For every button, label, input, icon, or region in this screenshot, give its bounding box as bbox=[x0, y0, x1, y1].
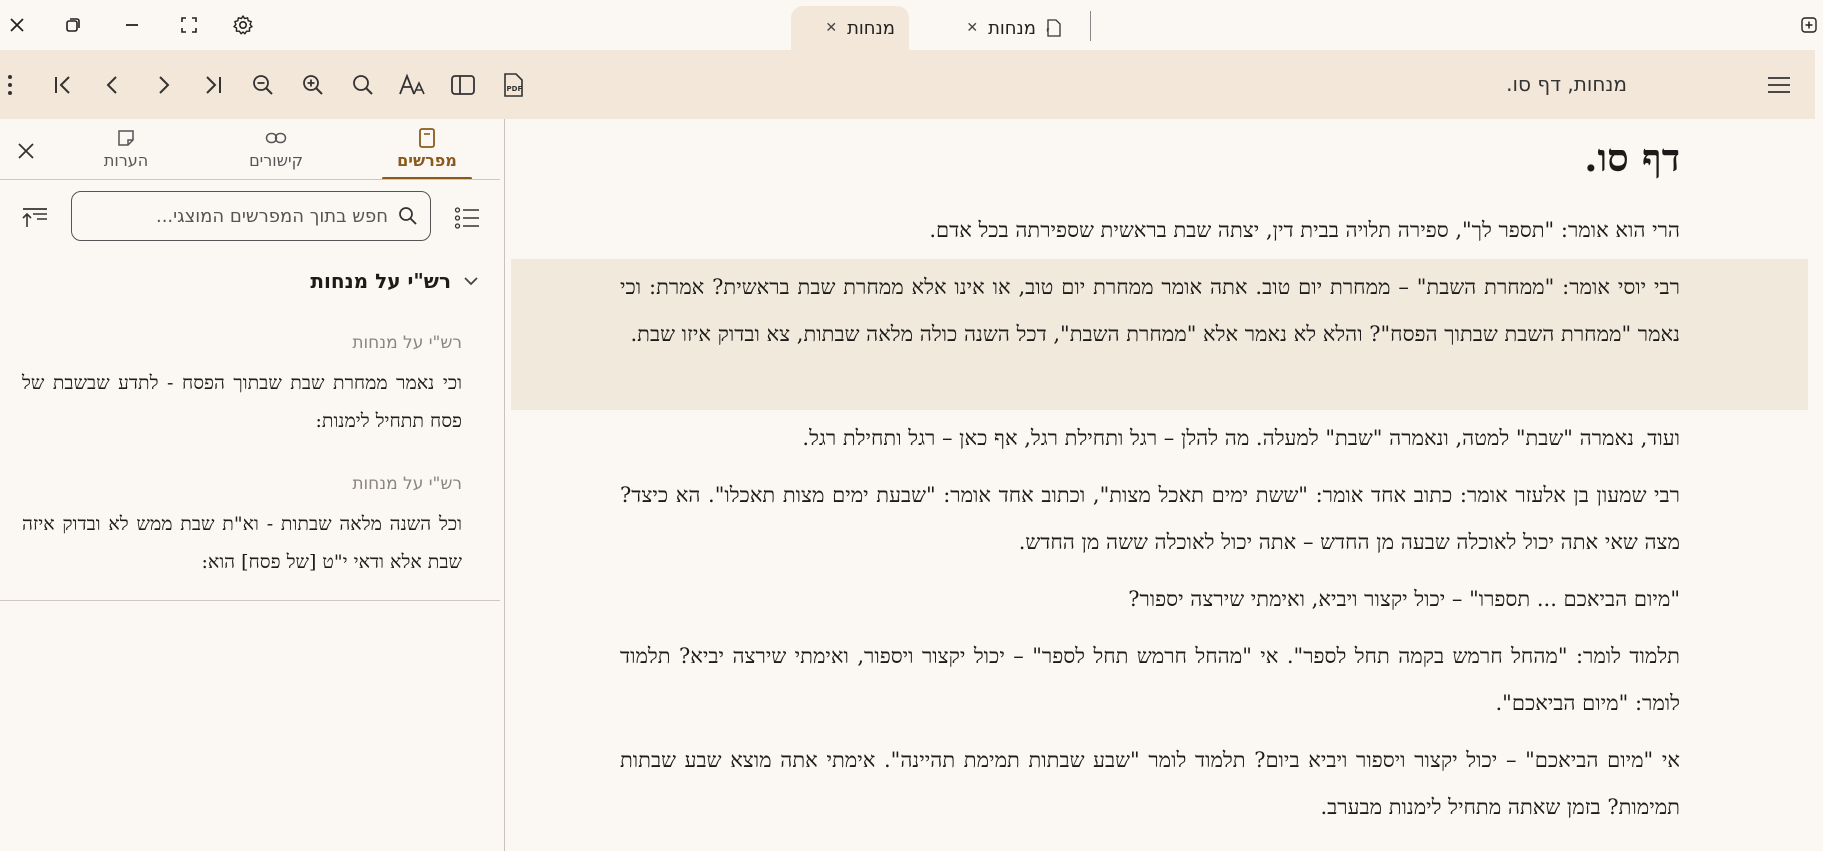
toggle-panel-icon[interactable] bbox=[448, 70, 478, 100]
search-icon bbox=[398, 206, 418, 226]
commentary-search-input[interactable] bbox=[98, 205, 388, 227]
tab-label: מנחות bbox=[988, 17, 1036, 39]
book-icon bbox=[372, 125, 482, 151]
chevron-down-icon bbox=[463, 275, 479, 287]
tab-inactive[interactable]: PDF מנחות ✕ bbox=[936, 6, 1076, 50]
search-icon[interactable] bbox=[348, 70, 378, 100]
main-text-area: דף סו. הרי הוא אומר: "תספר לך", ספירה תל… bbox=[511, 119, 1815, 851]
fullscreen-icon[interactable] bbox=[176, 12, 202, 38]
restore-icon[interactable] bbox=[60, 12, 86, 38]
svg-text:PDF: PDF bbox=[1046, 28, 1050, 34]
sort-filter-icon[interactable] bbox=[20, 203, 50, 233]
commentary-source: רש"י על מנחות bbox=[352, 333, 462, 353]
previous-icon[interactable] bbox=[98, 70, 128, 100]
text-paragraph[interactable]: ועוד, נאמרה "שבת" למטה, ונאמרה "שבת" למע… bbox=[620, 415, 1680, 462]
svg-text:PDF: PDF bbox=[507, 85, 523, 93]
settings-icon[interactable] bbox=[230, 12, 256, 38]
tab-active[interactable]: מנחות ✕ bbox=[791, 6, 909, 50]
zoom-out-icon[interactable] bbox=[248, 70, 278, 100]
link-icon bbox=[221, 125, 331, 151]
commentary-panel: מפרשים קישורים הערות רש"י על מנחות רש"י … bbox=[0, 119, 505, 851]
toolbar: PDF מנחות, דף סו. bbox=[0, 50, 1815, 119]
close-panel-icon[interactable] bbox=[12, 137, 40, 165]
page-heading: דף סו. bbox=[1584, 135, 1680, 180]
commentary-search bbox=[71, 191, 431, 241]
text-paragraph[interactable]: רבי יוסי אומר: "ממחרת השבת" – ממחרת יום … bbox=[620, 264, 1680, 358]
text-paragraph[interactable]: הרי הוא אומר: "תספר לך", ספירה תלויה בבי… bbox=[620, 207, 1680, 254]
commentary-group-header[interactable]: רש"י על מנחות bbox=[310, 269, 479, 293]
menu-icon[interactable] bbox=[1764, 70, 1794, 100]
new-tab-icon[interactable] bbox=[1796, 12, 1822, 38]
commentary-text[interactable]: וכי נאמר ממחרת שבת שבתוך הפסח - לתדע שבש… bbox=[22, 364, 462, 440]
more-vertical-icon[interactable] bbox=[0, 70, 23, 100]
first-page-icon[interactable] bbox=[48, 70, 78, 100]
text-paragraph[interactable]: "מיום הביאכם ... תספרו" – יכול יקצור ויב… bbox=[620, 576, 1680, 623]
tab-close-icon[interactable]: ✕ bbox=[825, 20, 837, 36]
font-size-icon[interactable] bbox=[397, 70, 427, 100]
commentary-text[interactable]: וכל השנה מלאה שבתות - וא"ת שבת ממש לא וב… bbox=[22, 505, 462, 581]
tab-links[interactable]: קישורים bbox=[221, 125, 331, 175]
next-icon[interactable] bbox=[148, 70, 178, 100]
commentary-divider bbox=[0, 600, 500, 601]
pdf-icon[interactable]: PDF bbox=[498, 70, 528, 100]
pdf-file-icon: PDF bbox=[1046, 19, 1062, 37]
tabs-divider bbox=[0, 179, 500, 180]
minimize-icon[interactable] bbox=[119, 12, 145, 38]
tab-label: מנחות bbox=[847, 17, 895, 39]
tab-label: הערות bbox=[103, 151, 149, 170]
zoom-in-icon[interactable] bbox=[298, 70, 328, 100]
close-icon[interactable] bbox=[4, 12, 30, 38]
tab-close-icon[interactable]: ✕ bbox=[966, 20, 978, 36]
tab-label: קישורים bbox=[249, 151, 303, 170]
commentary-source: רש"י על מנחות bbox=[352, 474, 462, 494]
note-icon bbox=[71, 125, 181, 151]
list-icon[interactable] bbox=[452, 203, 482, 233]
text-paragraph[interactable]: תלמוד לומר: "מהחל חרמש בקמה תחל לספר". א… bbox=[620, 633, 1680, 727]
tab-divider bbox=[1090, 11, 1091, 41]
last-page-icon[interactable] bbox=[198, 70, 228, 100]
tab-notes[interactable]: הערות bbox=[71, 125, 181, 175]
book-title: מנחות, דף סו. bbox=[1506, 72, 1627, 96]
tab-label: מפרשים bbox=[397, 151, 457, 170]
tab-commentaries[interactable]: מפרשים bbox=[372, 125, 482, 180]
commentary-group-title: רש"י על מנחות bbox=[310, 269, 451, 293]
text-paragraph[interactable]: רבי שמעון בן אלעזר אומר: כתוב אחד אומר: … bbox=[620, 472, 1680, 566]
title-bar: מנחות ✕ PDF מנחות ✕ bbox=[0, 0, 1823, 50]
text-paragraph[interactable]: אי "מיום הביאכם" – יכול יקצור ויספור ויב… bbox=[620, 737, 1680, 831]
